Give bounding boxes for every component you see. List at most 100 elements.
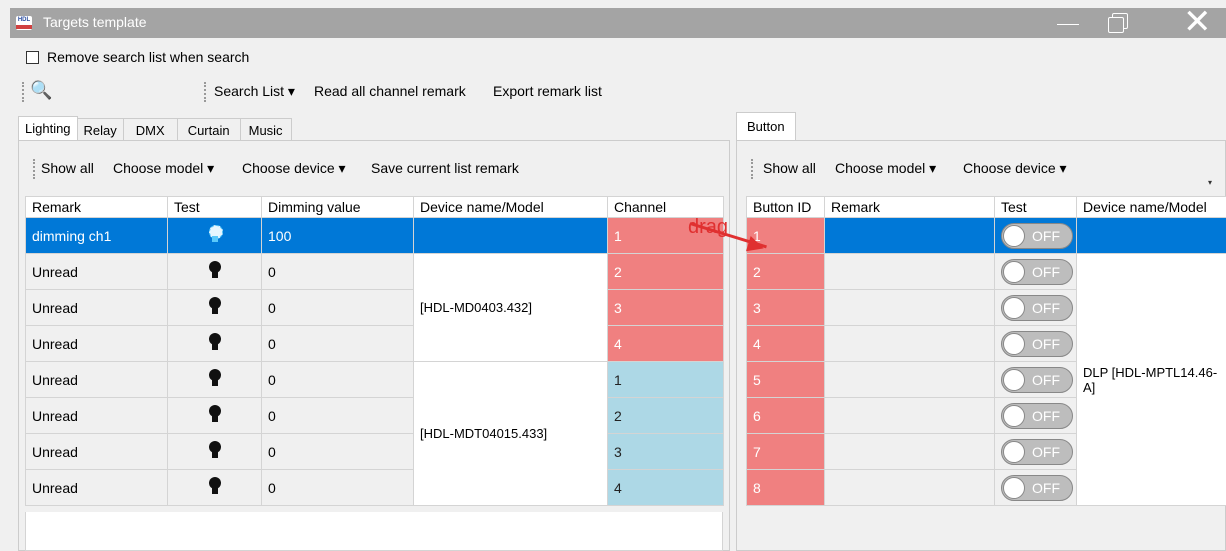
remark-cell[interactable]: Unread: [25, 289, 168, 326]
col-remark[interactable]: Remark: [824, 196, 995, 218]
button-id-cell[interactable]: 2: [746, 253, 825, 290]
test-cell[interactable]: OFF: [994, 361, 1077, 398]
remark-cell[interactable]: Unread: [25, 433, 168, 470]
remove-search-checkbox[interactable]: [26, 50, 39, 64]
table-row[interactable]: Unread 0 [HDL-MDT04015.433] 1: [25, 361, 724, 506]
tab-relay[interactable]: Relay: [76, 118, 124, 140]
remark-cell[interactable]: Unread: [25, 325, 168, 362]
remark-cell[interactable]: Unread: [25, 361, 168, 398]
dimming-cell[interactable]: 0: [261, 397, 414, 434]
bulb-off-icon[interactable]: [208, 405, 222, 423]
search-icon[interactable]: 🔍: [30, 80, 52, 101]
remark-cell[interactable]: [824, 325, 995, 362]
dimming-cell[interactable]: 0: [261, 253, 414, 290]
bulb-off-icon[interactable]: [208, 477, 222, 495]
left-choose-model-dropdown[interactable]: Choose model ▾: [113, 160, 214, 177]
remark-cell[interactable]: [824, 469, 995, 506]
col-test[interactable]: Test: [167, 196, 262, 218]
test-cell[interactable]: [167, 217, 262, 254]
off-toggle[interactable]: OFF: [1001, 222, 1073, 249]
col-button-id[interactable]: Button ID: [746, 196, 825, 218]
tab-lighting[interactable]: Lighting: [18, 116, 78, 140]
bulb-off-icon[interactable]: [208, 441, 222, 459]
test-cell[interactable]: [167, 361, 262, 398]
channel-cell[interactable]: 4: [607, 325, 724, 362]
channel-cell[interactable]: 2: [607, 397, 724, 434]
channel-cell[interactable]: 3: [607, 289, 724, 326]
test-cell[interactable]: [167, 325, 262, 362]
tab-button[interactable]: Button: [736, 112, 796, 140]
close-icon[interactable]: ✕: [1183, 5, 1212, 39]
save-remark-button[interactable]: Save current list remark: [371, 160, 519, 176]
table-row[interactable]: Unread 0 3: [25, 289, 724, 326]
off-toggle[interactable]: OFF: [1001, 294, 1073, 321]
test-cell[interactable]: [167, 253, 262, 290]
test-cell[interactable]: OFF: [994, 217, 1077, 254]
off-toggle[interactable]: OFF: [1001, 258, 1073, 285]
remark-cell[interactable]: [824, 289, 995, 326]
tab-music[interactable]: Music: [239, 118, 292, 140]
dimming-cell[interactable]: 0: [261, 361, 414, 398]
bulb-on-icon[interactable]: [208, 225, 223, 243]
test-cell[interactable]: [167, 433, 262, 470]
test-cell[interactable]: [167, 397, 262, 434]
channel-cell[interactable]: 3: [607, 433, 724, 470]
button-id-cell[interactable]: 7: [746, 433, 825, 470]
tab-dmx[interactable]: DMX: [122, 118, 178, 140]
off-toggle[interactable]: OFF: [1001, 402, 1073, 429]
col-channel[interactable]: Channel: [607, 196, 724, 218]
right-choose-device-dropdown[interactable]: Choose device ▾: [963, 160, 1067, 177]
remark-cell[interactable]: [824, 361, 995, 398]
col-device[interactable]: Device name/Model: [1076, 196, 1226, 218]
remark-cell[interactable]: [824, 433, 995, 470]
remove-search-option[interactable]: Remove search list when search: [26, 48, 249, 66]
right-show-all-button[interactable]: Show all: [763, 160, 816, 176]
remark-cell[interactable]: Unread: [25, 253, 168, 290]
maximize-icon[interactable]: [1106, 10, 1132, 36]
dimming-cell[interactable]: 0: [261, 289, 414, 326]
col-remark[interactable]: Remark: [25, 196, 168, 218]
remark-cell[interactable]: Unread: [25, 469, 168, 506]
test-cell[interactable]: OFF: [994, 325, 1077, 362]
test-cell[interactable]: [167, 469, 262, 506]
off-toggle[interactable]: OFF: [1001, 438, 1073, 465]
dimming-cell[interactable]: 0: [261, 433, 414, 470]
channel-cell[interactable]: 1: [607, 361, 724, 398]
table-row[interactable]: Unread 0 2: [25, 397, 724, 434]
remark-cell[interactable]: Unread: [25, 397, 168, 434]
bulb-off-icon[interactable]: [208, 297, 222, 315]
bulb-off-icon[interactable]: [208, 369, 222, 387]
test-cell[interactable]: OFF: [994, 469, 1077, 506]
off-toggle[interactable]: OFF: [1001, 366, 1073, 393]
read-all-button[interactable]: Read all channel remark: [314, 83, 466, 99]
table-row[interactable]: Unread 0 [HDL-MD0403.432] 2: [25, 253, 724, 362]
off-toggle[interactable]: OFF: [1001, 330, 1073, 357]
off-toggle[interactable]: OFF: [1001, 474, 1073, 501]
col-test[interactable]: Test: [994, 196, 1077, 218]
left-choose-device-dropdown[interactable]: Choose device ▾: [242, 160, 346, 177]
table-row[interactable]: Unread 0 4: [25, 469, 724, 506]
left-show-all-button[interactable]: Show all: [41, 160, 94, 176]
remark-cell[interactable]: [824, 253, 995, 290]
test-cell[interactable]: [167, 289, 262, 326]
channel-cell[interactable]: 4: [607, 469, 724, 506]
bulb-off-icon[interactable]: [208, 333, 222, 351]
test-cell[interactable]: OFF: [994, 433, 1077, 470]
test-cell[interactable]: OFF: [994, 253, 1077, 290]
button-id-cell[interactable]: 4: [746, 325, 825, 362]
dimming-cell[interactable]: 100: [261, 217, 414, 254]
channel-cell[interactable]: 2: [607, 253, 724, 290]
table-row[interactable]: 2 OFF DLP [HDL-MPTL14.46-A]: [746, 253, 1226, 506]
remark-cell[interactable]: [824, 217, 995, 254]
dimming-cell[interactable]: 0: [261, 325, 414, 362]
button-id-cell[interactable]: 8: [746, 469, 825, 506]
bulb-off-icon[interactable]: [208, 261, 222, 279]
col-device[interactable]: Device name/Model: [413, 196, 608, 218]
dimming-cell[interactable]: 0: [261, 469, 414, 506]
button-id-cell[interactable]: 6: [746, 397, 825, 434]
export-button[interactable]: Export remark list: [493, 83, 602, 99]
col-dimming[interactable]: Dimming value: [261, 196, 414, 218]
remark-cell[interactable]: [824, 397, 995, 434]
remark-cell[interactable]: dimming ch1: [25, 217, 168, 254]
button-id-cell[interactable]: 3: [746, 289, 825, 326]
